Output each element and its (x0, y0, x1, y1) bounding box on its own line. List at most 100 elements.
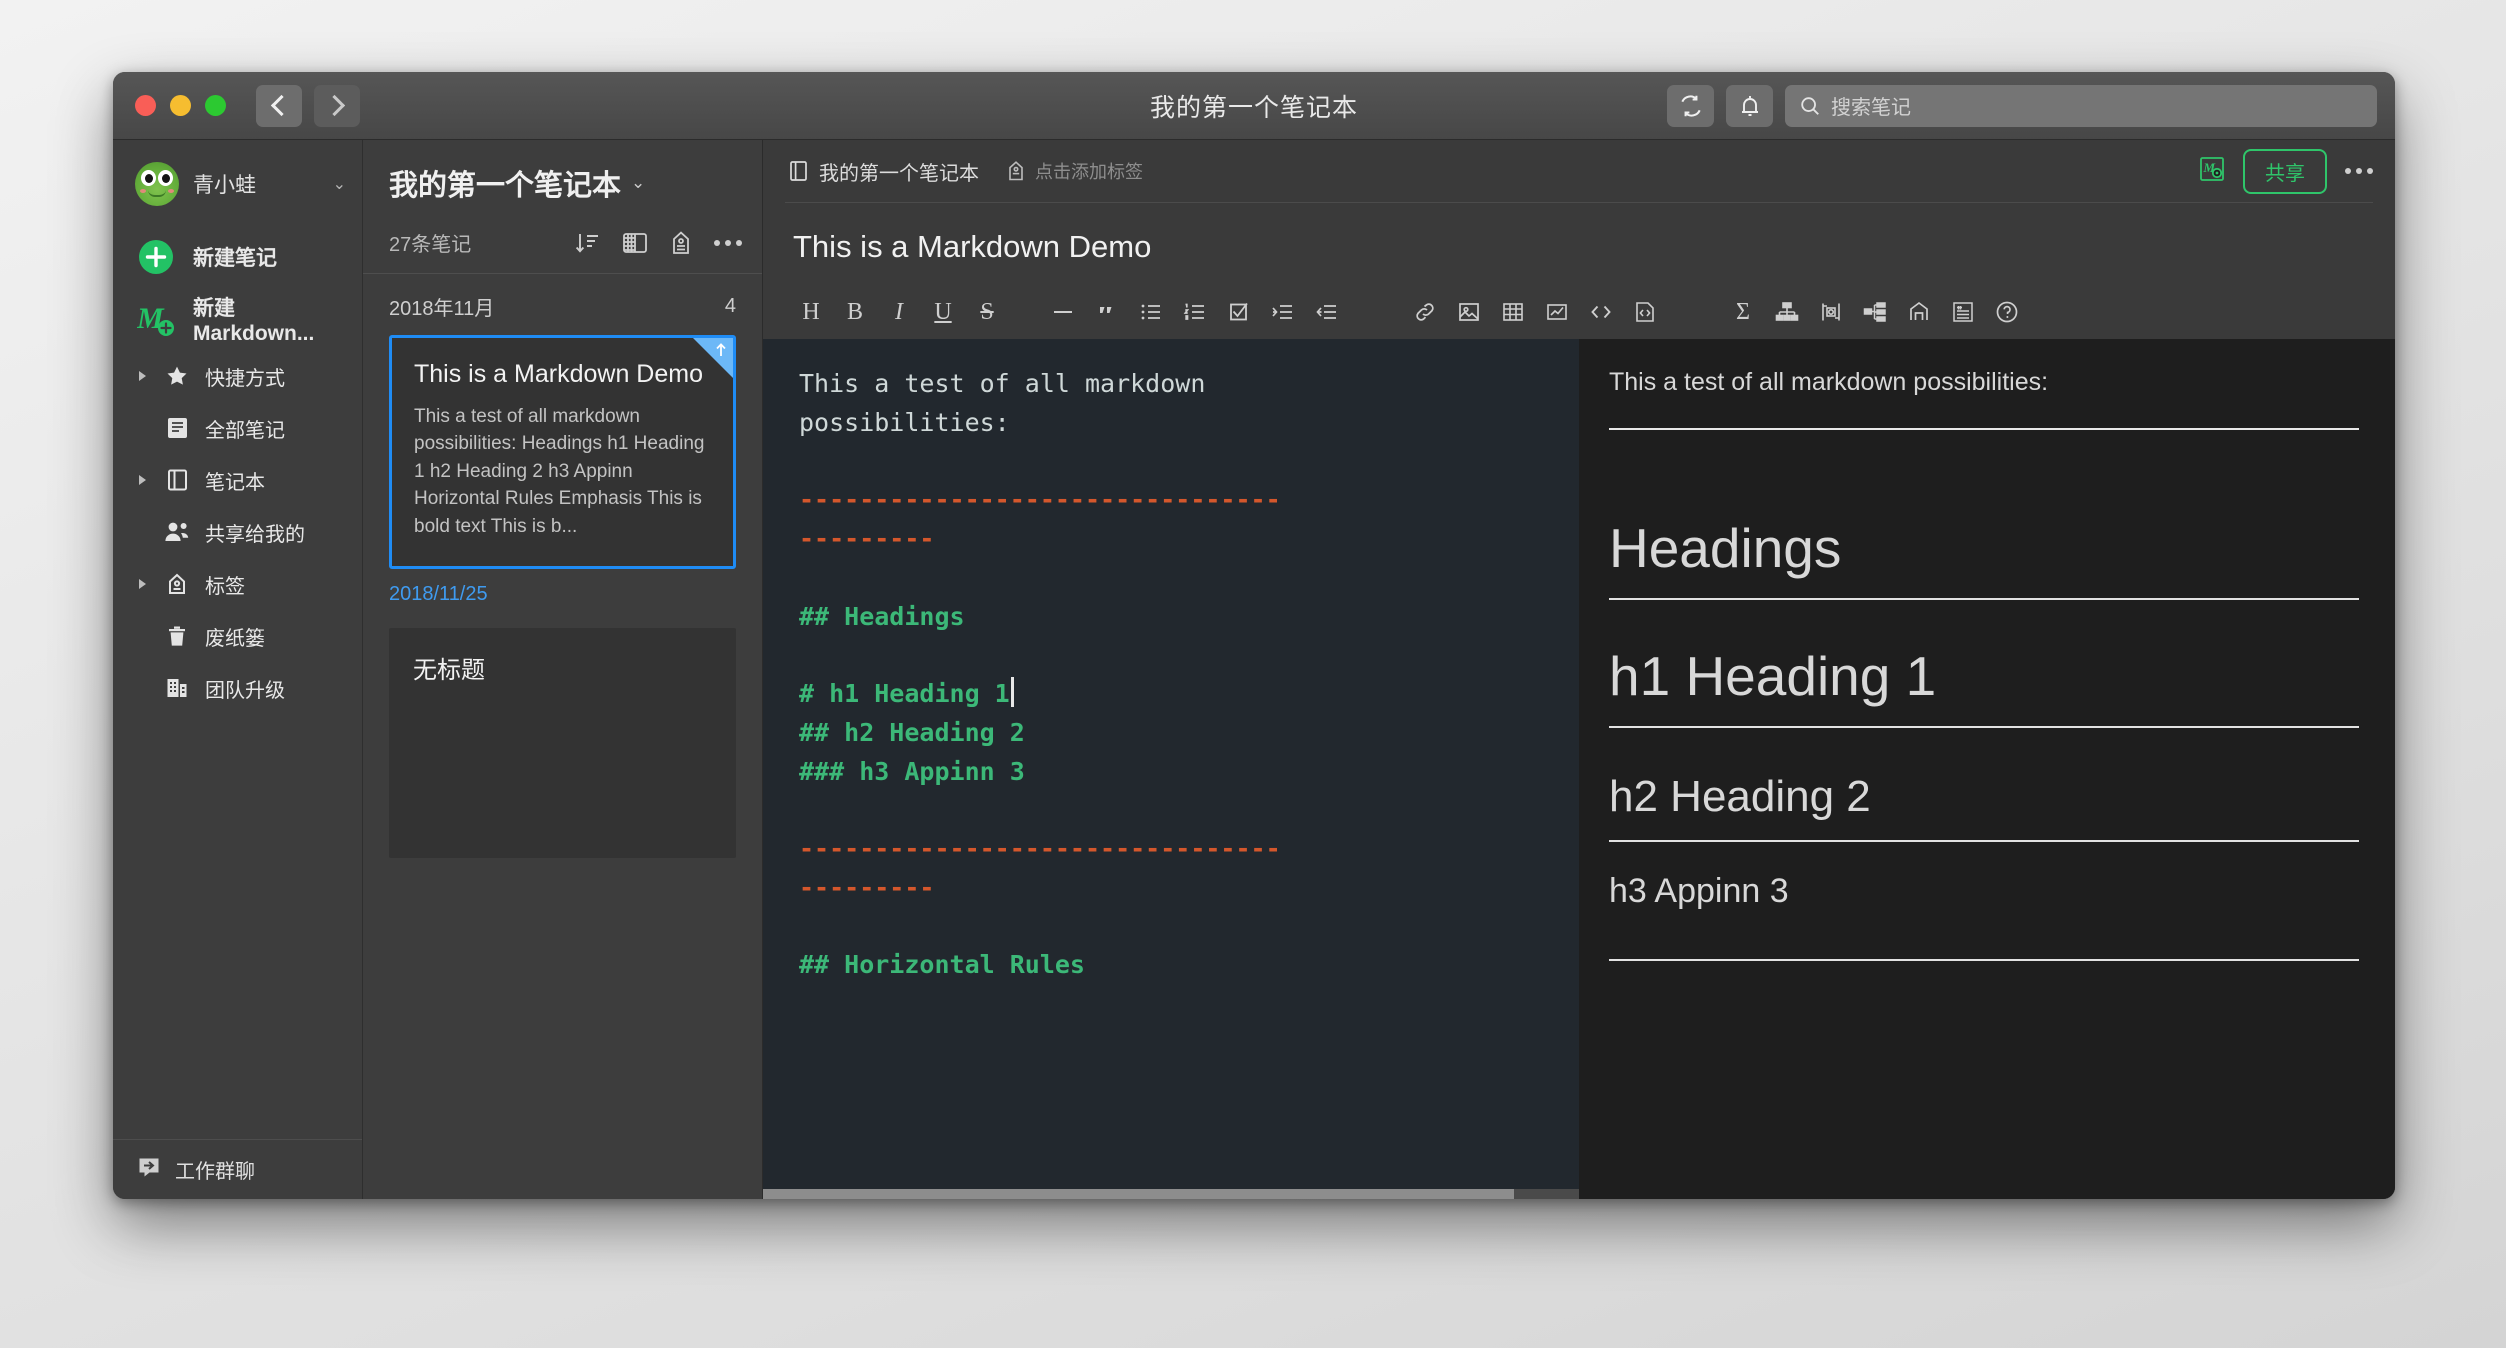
underline-icon[interactable]: U (925, 294, 961, 330)
sequence-diagram-icon[interactable] (1813, 294, 1849, 330)
sidebar-item-all-notes[interactable]: 全部笔记 (113, 402, 362, 454)
note-list-panel: 我的第一个笔记本 ⌄ 27条笔记 2018年11月 4 This is a Ma… (363, 140, 763, 1199)
sidebar-item-trash[interactable]: 废纸篓 (113, 610, 362, 662)
note-title[interactable]: This is a Markdown Demo (763, 203, 2395, 285)
titlebar-right-group: 搜索笔记 (1667, 84, 2377, 127)
table-icon[interactable] (1495, 294, 1531, 330)
search-icon (1801, 96, 1819, 115)
note-card-title: This is a Markdown Demo (414, 360, 703, 388)
breadcrumb[interactable]: 我的第一个笔记本 (789, 157, 979, 186)
horizontal-scrollbar[interactable] (763, 1189, 1579, 1199)
toc-icon[interactable] (1945, 294, 1981, 330)
disclosure-triangle-icon[interactable] (135, 475, 149, 485)
sidebar-item-label: 废纸篓 (205, 627, 265, 650)
layout-icon[interactable] (622, 231, 648, 255)
flowchart-icon[interactable] (1769, 294, 1805, 330)
markdown-preview-pane[interactable]: This a test of all markdown possibilitie… (1579, 339, 2395, 1199)
disclosure-triangle-icon[interactable] (135, 371, 149, 381)
search-input[interactable]: 搜索笔记 (1785, 84, 2377, 127)
notifications-button[interactable] (1726, 84, 1773, 127)
code-block-icon[interactable] (1627, 294, 1663, 330)
note-card[interactable]: 无标题 (389, 628, 736, 859)
italic-icon[interactable]: I (881, 294, 917, 330)
markdown-badge-icon[interactable]: M (2199, 156, 2225, 187)
heading-icon[interactable]: H (793, 294, 829, 330)
maximize-button[interactable] (205, 95, 226, 116)
trash-icon (163, 624, 191, 648)
sidebar-item-shared-with-me[interactable]: 共享给我的 (113, 506, 362, 558)
sort-icon[interactable] (574, 230, 600, 256)
disclosure-triangle-icon[interactable] (135, 579, 149, 589)
notebook-icon (790, 161, 807, 181)
note-list-tools (574, 230, 742, 256)
tag-icon[interactable] (670, 230, 692, 256)
markdown-new-icon: M (135, 301, 177, 337)
sidebar-item-work-chat[interactable]: 工作群聊 (113, 1139, 362, 1199)
more-icon[interactable] (2345, 168, 2373, 174)
chevron-right-icon (323, 94, 346, 117)
inline-code-icon[interactable] (1583, 294, 1619, 330)
indent-icon[interactable] (1265, 294, 1301, 330)
nav-buttons (256, 84, 360, 127)
source-line: -------------------------------- (799, 485, 1281, 515)
note-list-scroll[interactable]: 2018年11月 4 This is a Markdown Demo This … (363, 274, 762, 1199)
notebook-title-text: 我的第一个笔记本 (389, 170, 622, 202)
markdown-source-pane[interactable]: This a test of all markdown possibilitie… (763, 339, 1579, 1199)
all-notes-icon (163, 416, 191, 440)
search-placeholder: 搜索笔记 (1831, 97, 1911, 119)
image-icon[interactable] (1451, 294, 1487, 330)
tag-icon (163, 572, 191, 596)
plus-circle-icon (135, 239, 177, 275)
checklist-icon[interactable] (1221, 294, 1257, 330)
sidebar-item-team-upgrade[interactable]: 团队升级 (113, 662, 362, 714)
numbered-list-icon[interactable] (1177, 294, 1213, 330)
forward-button[interactable] (314, 84, 360, 127)
strikethrough-icon[interactable]: S (969, 294, 1005, 330)
sidebar-item-label: 团队升级 (205, 679, 285, 702)
sidebar-item-notebooks[interactable]: 笔记本 (113, 454, 362, 506)
back-button[interactable] (256, 84, 302, 127)
more-icon[interactable] (714, 239, 742, 246)
blockquote-icon[interactable] (1089, 294, 1125, 330)
note-card-selected[interactable]: This is a Markdown Demo This a test of a… (389, 335, 736, 570)
tag-field[interactable]: 点击添加标签 (1007, 158, 1143, 184)
gantt-icon[interactable] (1901, 294, 1937, 330)
bullet-list-icon[interactable] (1133, 294, 1169, 330)
source-line: ## Horizontal Rules (799, 950, 1085, 980)
account-row[interactable]: 青小蛙 ⌄ (113, 140, 362, 226)
heading-underline (1609, 959, 2359, 961)
preview-heading-2: h2 Heading 2 (1609, 772, 1871, 821)
building-icon (163, 676, 191, 700)
note-count-label: 27条笔记 (389, 234, 472, 256)
link-icon[interactable] (1407, 294, 1443, 330)
sidebar-item-new-markdown[interactable]: M 新建Markdown... (113, 288, 362, 350)
outdent-icon[interactable] (1309, 294, 1345, 330)
source-line: ### h3 Appinn 3 (799, 756, 1025, 786)
sidebar-item-new-note[interactable]: 新建笔记 (113, 226, 362, 288)
minimize-button[interactable] (170, 95, 191, 116)
sidebar-item-label: 共享给我的 (205, 523, 305, 546)
chart-icon[interactable] (1539, 294, 1575, 330)
note-list-meta: 27条笔记 (389, 228, 742, 273)
help-icon[interactable] (1989, 294, 2025, 330)
sidebar-item-tags[interactable]: 标签 (113, 558, 362, 610)
horizontal-rule-icon[interactable] (1045, 294, 1081, 330)
share-button[interactable]: 共享 (2243, 148, 2327, 194)
close-button[interactable] (135, 95, 156, 116)
sidebar: 青小蛙 ⌄ 新建笔记 M 新建Markdown... 快捷方式 全部笔记 笔记本… (113, 140, 363, 1199)
chevron-down-icon[interactable]: ⌄ (333, 174, 346, 194)
sync-button[interactable] (1667, 84, 1714, 127)
formula-icon[interactable]: Σ (1725, 294, 1761, 330)
mindmap-icon[interactable] (1857, 294, 1893, 330)
avatar (135, 162, 179, 206)
advanced-group: Σ (1725, 294, 2025, 330)
markdown-toolbar: H B I U S Σ (763, 285, 2395, 339)
source-line: --------- (799, 872, 935, 902)
notebook-title[interactable]: 我的第一个笔记本 ⌄ (389, 162, 742, 204)
chevron-down-icon[interactable]: ⌄ (631, 173, 645, 193)
bold-icon[interactable]: B (837, 294, 873, 330)
account-name: 青小蛙 (193, 174, 256, 197)
sidebar-item-shortcuts[interactable]: 快捷方式 (113, 350, 362, 402)
